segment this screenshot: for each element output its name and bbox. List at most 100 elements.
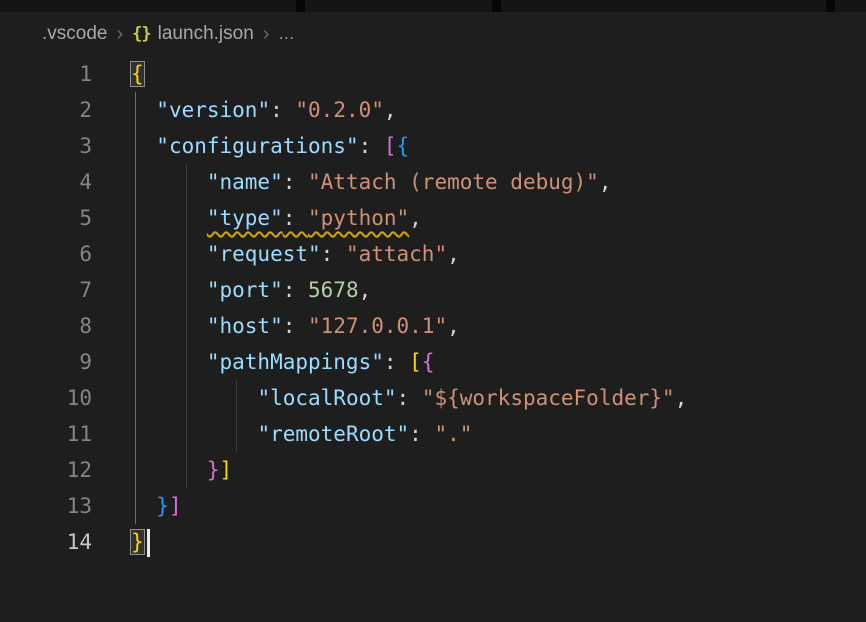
line-number[interactable]: 12: [0, 452, 92, 488]
tab-separator: [296, 0, 305, 12]
code-token: ]: [169, 494, 182, 518]
code-token: [131, 350, 207, 374]
code-line[interactable]: 8 "host": "127.0.0.1",: [0, 308, 866, 344]
line-number[interactable]: 9: [0, 344, 92, 380]
line-number[interactable]: 2: [0, 92, 92, 128]
code-text: "type": "python",: [92, 200, 422, 236]
editor[interactable]: 1{2 "version": "0.2.0",3 "configurations…: [0, 56, 866, 560]
code-text: "request": "attach",: [92, 236, 460, 272]
line-number[interactable]: 3: [0, 128, 92, 164]
code-token: [131, 494, 156, 518]
code-token: "python": [308, 206, 409, 230]
code-line[interactable]: 6 "request": "attach",: [0, 236, 866, 272]
code-line[interactable]: 3 "configurations": [{: [0, 128, 866, 164]
tab-separator: [826, 0, 835, 12]
code-text: }]: [92, 488, 182, 524]
code-token: ]: [220, 458, 233, 482]
code-token: :: [283, 170, 308, 194]
code-token: :: [384, 350, 409, 374]
code-token: "type": [207, 206, 283, 230]
code-line[interactable]: 9 "pathMappings": [{: [0, 344, 866, 380]
matched-bracket: }: [131, 530, 144, 554]
code-line[interactable]: 11 "remoteRoot": ".": [0, 416, 866, 452]
code-token: :: [283, 278, 308, 302]
code-token: ,: [447, 242, 460, 266]
code-token: "pathMappings": [207, 350, 384, 374]
code-text: "pathMappings": [{: [92, 344, 434, 380]
json-file-icon: {}: [132, 24, 150, 44]
line-number[interactable]: 7: [0, 272, 92, 308]
code-token: [131, 206, 207, 230]
code-token: ,: [599, 170, 612, 194]
code-token: [131, 314, 207, 338]
code-token: "attach": [346, 242, 447, 266]
code-lines: 1{2 "version": "0.2.0",3 "configurations…: [0, 56, 866, 560]
breadcrumb-symbol-more[interactable]: ...: [278, 23, 294, 45]
code-text: "configurations": [{: [92, 128, 409, 164]
code-token: "localRoot": [257, 386, 396, 410]
code-token: ,: [409, 206, 422, 230]
code-token: :: [409, 422, 434, 446]
code-text: }]: [92, 452, 232, 488]
line-number[interactable]: 8: [0, 308, 92, 344]
code-token: "${workspaceFolder}": [422, 386, 675, 410]
code-text: "port": 5678,: [92, 272, 371, 308]
line-number[interactable]: 5: [0, 200, 92, 236]
code-token: :: [283, 314, 308, 338]
code-line[interactable]: 7 "port": 5678,: [0, 272, 866, 308]
line-number[interactable]: 4: [0, 164, 92, 200]
code-token: "127.0.0.1": [308, 314, 447, 338]
chevron-right-icon: ›: [263, 23, 270, 46]
tab-strip: [0, 0, 866, 12]
code-token: :: [359, 134, 384, 158]
code-line[interactable]: 14}: [0, 524, 866, 560]
code-token: {: [422, 350, 435, 374]
code-token: ".": [434, 422, 472, 446]
code-text: "name": "Attach (remote debug)",: [92, 164, 611, 200]
code-line[interactable]: 10 "localRoot": "${workspaceFolder}",: [0, 380, 866, 416]
code-token: {: [397, 134, 410, 158]
code-token: :: [321, 242, 346, 266]
code-token: [131, 170, 207, 194]
code-token: "port": [207, 278, 283, 302]
line-number[interactable]: 6: [0, 236, 92, 272]
code-token: "version": [156, 98, 270, 122]
code-line[interactable]: 4 "name": "Attach (remote debug)",: [0, 164, 866, 200]
line-number[interactable]: 11: [0, 416, 92, 452]
code-token: ,: [447, 314, 460, 338]
line-number[interactable]: 14: [0, 524, 92, 560]
code-token: }: [156, 494, 169, 518]
code-token: ,: [675, 386, 688, 410]
text-cursor: [147, 529, 150, 557]
code-line[interactable]: 13 }]: [0, 488, 866, 524]
line-number[interactable]: 13: [0, 488, 92, 524]
line-number[interactable]: 10: [0, 380, 92, 416]
code-token: :: [397, 386, 422, 410]
breadcrumb-file[interactable]: launch.json: [158, 23, 254, 45]
code-token: "request": [207, 242, 321, 266]
code-token: [131, 242, 207, 266]
code-token: :: [270, 98, 295, 122]
code-text: "remoteRoot": ".": [92, 416, 472, 452]
code-line[interactable]: 1{: [0, 56, 866, 92]
code-text: "host": "127.0.0.1",: [92, 308, 460, 344]
code-token: [131, 386, 257, 410]
code-token: [131, 422, 257, 446]
tab-separator: [492, 0, 501, 12]
code-token: [131, 134, 156, 158]
code-line[interactable]: 5 "type": "python",: [0, 200, 866, 236]
code-line[interactable]: 12 }]: [0, 452, 866, 488]
code-token: "Attach (remote debug)": [308, 170, 599, 194]
breadcrumb-folder[interactable]: .vscode: [42, 23, 107, 45]
code-text: {: [92, 56, 144, 92]
line-number[interactable]: 1: [0, 56, 92, 92]
breadcrumb: .vscode › {} launch.json › ...: [0, 12, 866, 56]
code-token: :: [283, 206, 308, 230]
code-token: "configurations": [156, 134, 358, 158]
code-token: [: [409, 350, 422, 374]
code-token: ,: [359, 278, 372, 302]
code-token: [131, 98, 156, 122]
code-line[interactable]: 2 "version": "0.2.0",: [0, 92, 866, 128]
code-token: "remoteRoot": [257, 422, 409, 446]
matched-bracket: {: [131, 62, 144, 86]
